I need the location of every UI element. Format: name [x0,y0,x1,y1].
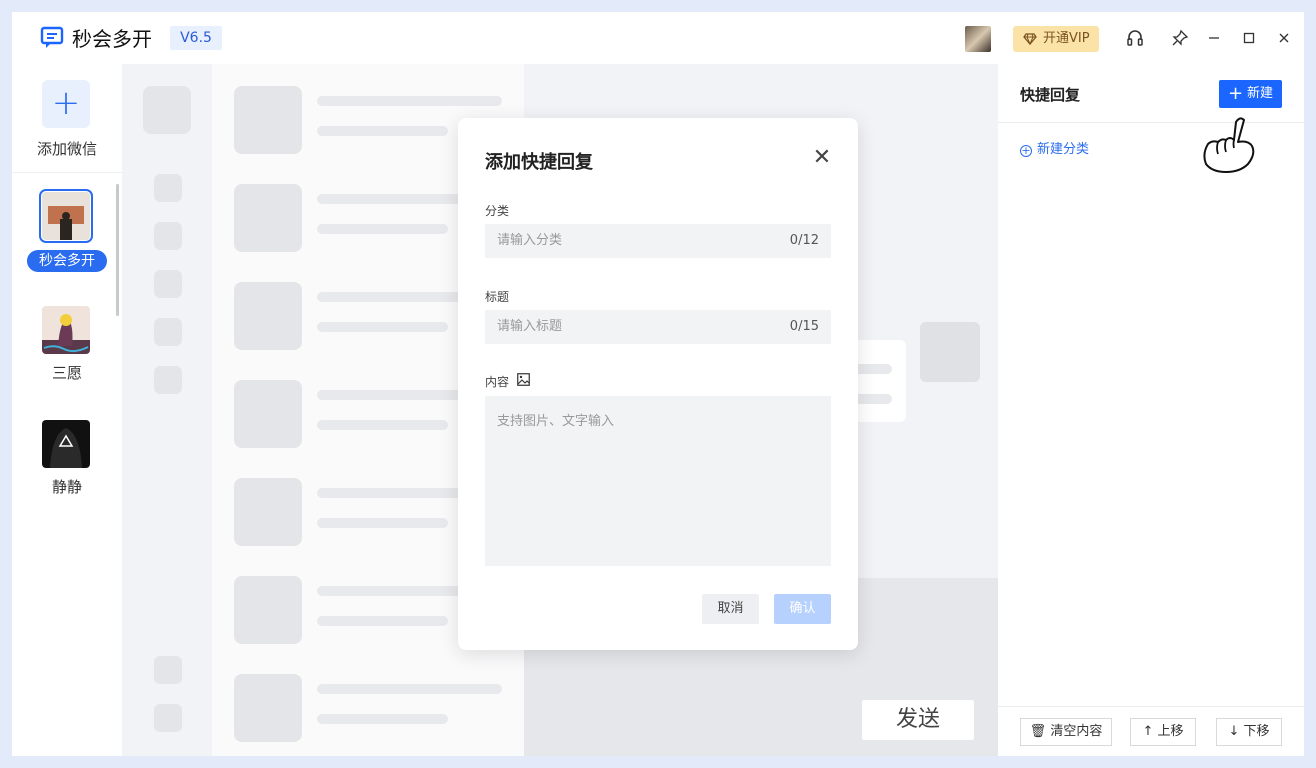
image-icon[interactable] [517,373,530,386]
skeleton-block [143,86,191,134]
arrow-down-icon: ↓ [1228,724,1240,739]
new-category-link[interactable]: + 新建分类 [1020,138,1089,157]
skeleton-block [234,86,302,154]
content-label: 内容 [485,375,510,389]
title-placeholder: 请输入标题 [497,319,563,334]
account-name: 秒会多开 [27,250,107,272]
move-down-button[interactable]: ↓ 下移 [1216,718,1282,746]
version-badge: V6.5 [170,26,222,50]
skeleton-block [154,704,182,732]
skeleton-block [920,322,980,382]
close-icon[interactable]: ✕ [812,147,832,169]
title-label: 标题 [485,290,510,304]
skeleton-block [234,380,302,448]
category-placeholder: 请输入分类 [497,233,563,248]
user-avatar[interactable] [965,26,991,52]
add-quick-reply-dialog: 添加快捷回复 ✕ 分类 请输入分类 0/12 标题 请输入标题 0/15 内容 … [458,118,858,650]
skeleton-block [154,366,182,394]
add-wechat-label: 添加微信 [36,140,97,158]
skeleton-block [154,656,182,684]
skeleton-line [317,96,502,106]
arrow-up-icon: ↑ [1142,724,1154,739]
divider [12,172,122,173]
clear-content-button[interactable]: 🗑 清空内容 [1020,718,1112,746]
skeleton-line [854,364,892,374]
skeleton-block [154,318,182,346]
skeleton-line [854,394,892,404]
headset-icon[interactable] [1125,28,1145,48]
skeleton-block [234,576,302,644]
skeleton-block [154,222,182,250]
account-avatar [42,420,90,468]
account-avatar [42,306,90,354]
trash-icon: 🗑 [1029,724,1047,739]
send-button[interactable]: 发送 [862,700,974,740]
plus-icon: + [1227,83,1244,104]
skeleton-line [317,126,448,136]
account-name: 静静 [51,478,82,496]
skeleton-line [317,322,448,332]
pin-icon[interactable] [1170,28,1190,48]
category-input[interactable]: 请输入分类 0/12 [485,224,831,258]
account-sidebar: + 添加微信 秒会多开 三愿 静静 [12,64,122,756]
skeleton-block [234,478,302,546]
content-textarea[interactable]: 支持图片、文字输入 [485,396,831,566]
title-char-count: 0/15 [789,319,819,334]
skeleton-line [317,518,448,528]
skeleton-line [317,616,448,626]
close-icon[interactable] [1274,28,1294,48]
vip-label: 开通VIP [1043,31,1090,46]
new-reply-label: 新建 [1247,86,1274,101]
skeleton-block [234,674,302,742]
pointing-hand-icon [1203,117,1255,173]
clear-content-label: 清空内容 [1050,724,1103,739]
move-up-label: 上移 [1157,724,1184,739]
skeleton-block [234,282,302,350]
divider [998,706,1304,707]
cancel-button[interactable]: 取消 [702,594,759,624]
plus-circle-icon: + [1020,144,1032,157]
chat-logo-icon [40,26,64,48]
add-wechat-button[interactable]: + [42,80,90,128]
skeleton-line [317,714,448,724]
minimize-icon[interactable] [1204,28,1224,48]
diamond-icon [1023,33,1037,46]
new-reply-button[interactable]: + 新建 [1219,80,1282,108]
title-bar: 秒会多开 V6.5 开通VIP [12,12,1304,64]
dialog-title: 添加快捷回复 [485,152,593,173]
vip-button[interactable]: 开通VIP [1013,26,1099,52]
panel-title: 快捷回复 [1020,86,1081,104]
move-down-label: 下移 [1243,724,1270,739]
account-name: 三愿 [51,364,82,382]
skeleton-column [122,64,212,756]
category-label: 分类 [485,204,510,218]
new-category-label: 新建分类 [1037,142,1090,157]
confirm-button[interactable]: 确认 [774,594,831,624]
maximize-icon[interactable] [1239,28,1259,48]
title-input[interactable]: 请输入标题 0/15 [485,310,831,344]
app-name: 秒会多开 [72,27,152,51]
content-placeholder: 支持图片、文字输入 [497,414,615,429]
skeleton-block [154,270,182,298]
skeleton-block [234,184,302,252]
skeleton-block [154,174,182,202]
account-avatar [39,189,93,243]
skeleton-line [317,420,448,430]
scrollbar[interactable] [116,184,119,316]
skeleton-line [317,684,502,694]
category-char-count: 0/12 [789,233,819,248]
skeleton-line [317,224,448,234]
move-up-button[interactable]: ↑ 上移 [1130,718,1196,746]
quick-reply-panel: 快捷回复 + 新建 + 新建分类 🗑 清空内容 ↑ 上移 ↓ 下移 [998,64,1304,756]
